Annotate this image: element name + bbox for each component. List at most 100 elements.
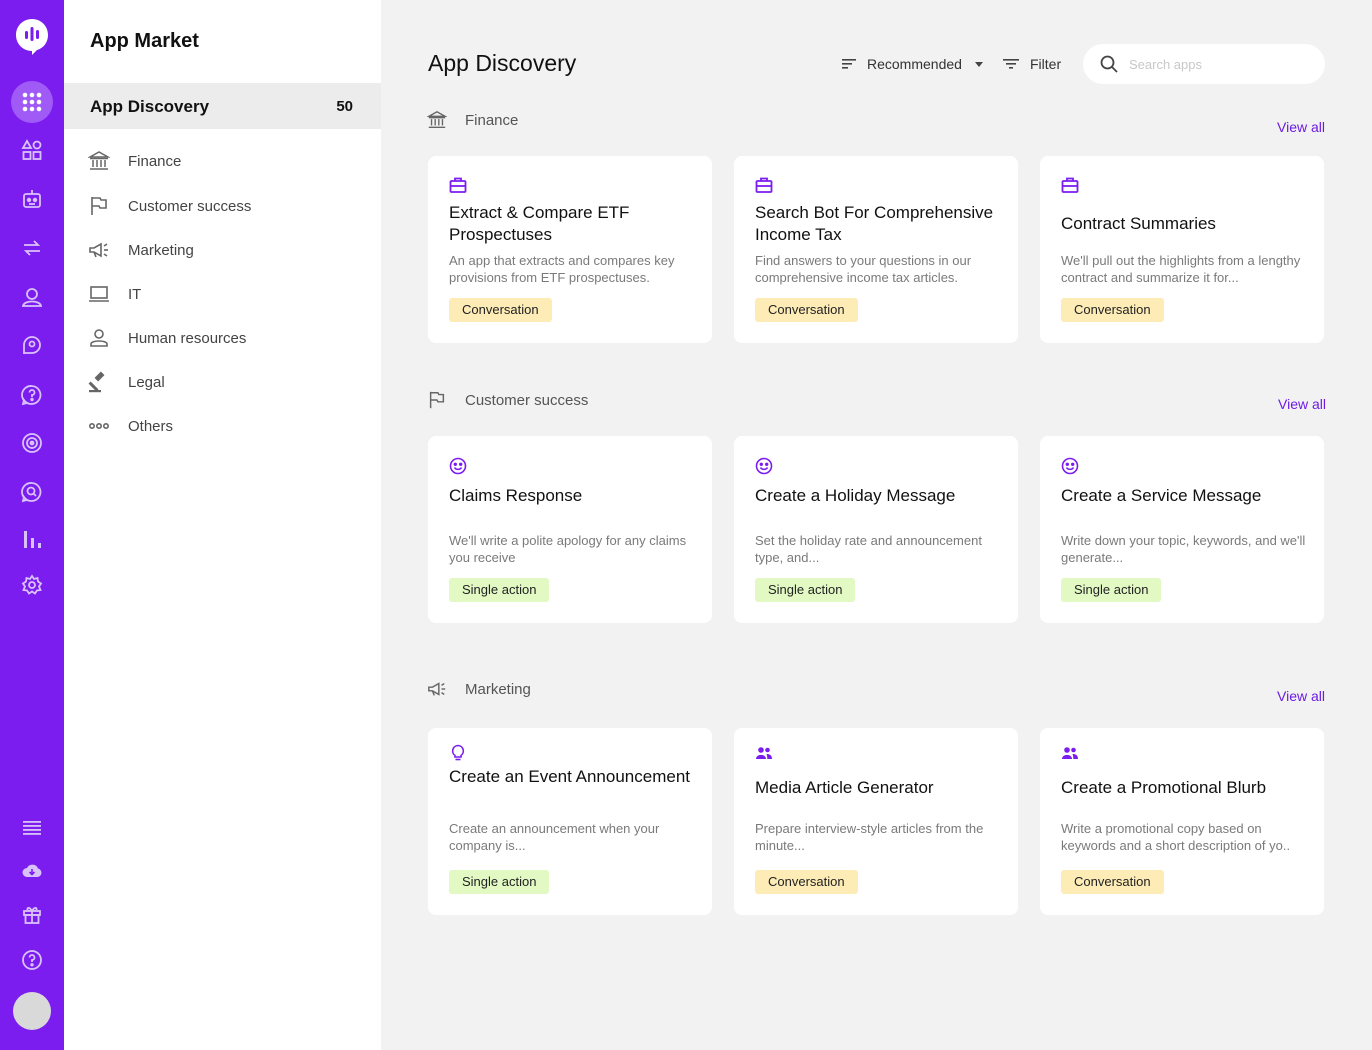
section-header-marketing: Marketing xyxy=(427,679,531,699)
app-card-title: Contract Summaries xyxy=(1061,214,1216,233)
app-type-tag: Conversation xyxy=(1061,298,1164,322)
sidebar-item-customer-success[interactable]: Customer success xyxy=(88,191,358,221)
app-card[interactable]: Contract Summaries We'll pull out the hi… xyxy=(1040,156,1324,343)
megaphone-icon xyxy=(428,682,446,696)
section-title: Finance xyxy=(465,111,519,129)
app-card-description: Find answers to your questions in our co… xyxy=(755,253,972,285)
app-card-description: Create an announcement when your company… xyxy=(449,821,660,853)
app-card[interactable]: Claims Response We'll write a polite apo… xyxy=(428,436,712,623)
app-card-description: Prepare interview-style articles from th… xyxy=(755,821,984,853)
sort-icon xyxy=(842,59,856,69)
app-card-description: Set the holiday rate and announcement ty… xyxy=(755,533,982,565)
search-input[interactable] xyxy=(1129,56,1299,72)
person-icon xyxy=(88,327,110,349)
sidebar-item-human-resources[interactable]: Human resources xyxy=(88,323,358,353)
app-type-tag: Conversation xyxy=(1061,870,1164,894)
caret-down-icon xyxy=(974,62,983,67)
robot-icon[interactable] xyxy=(16,183,48,215)
app-card-title: Create a Promotional Blurb xyxy=(1061,778,1267,797)
sidebar-item-marketing[interactable]: Marketing xyxy=(88,235,358,265)
search-chat-icon[interactable] xyxy=(16,476,48,508)
smile-icon xyxy=(755,457,773,475)
megaphone-icon xyxy=(88,239,110,261)
help-chat-icon[interactable] xyxy=(16,379,48,411)
app-count-badge: 50 xyxy=(336,98,353,115)
view-all-link-customer-success[interactable]: View all xyxy=(1278,396,1326,412)
lightbulb-icon xyxy=(451,744,465,761)
app-card[interactable]: Create a Holiday Message Set the holiday… xyxy=(734,436,1018,623)
section-title: Customer success xyxy=(465,391,589,409)
gift-icon[interactable] xyxy=(16,898,48,930)
sidebar-item-label: Legal xyxy=(128,373,165,391)
app-card-title: Create an Event Announcement xyxy=(449,767,690,786)
settings-icon[interactable] xyxy=(16,569,48,601)
logo-icon[interactable] xyxy=(15,18,49,56)
sort-label: Recommended xyxy=(867,56,962,72)
briefcase-icon xyxy=(1061,177,1079,193)
app-type-tag: Conversation xyxy=(755,298,858,322)
shapes-icon[interactable] xyxy=(16,134,48,166)
gavel-icon xyxy=(88,371,110,393)
sidebar-item-finance[interactable]: Finance xyxy=(88,146,358,176)
sidebar-item-it[interactable]: IT xyxy=(88,279,358,309)
app-card-title: Search Bot For Comprehensive Income Tax xyxy=(755,203,994,244)
search-icon xyxy=(1100,55,1118,73)
view-all-link-marketing[interactable]: View all xyxy=(1277,688,1325,704)
sidebar-item-legal[interactable]: Legal xyxy=(88,367,358,397)
sidebar-item-label: App Discovery xyxy=(90,97,210,116)
dots-icon xyxy=(88,415,110,437)
app-card[interactable]: Extract & Compare ETF Prospectuses An ap… xyxy=(428,156,712,343)
sidebar-item-label: Marketing xyxy=(128,241,194,259)
app-type-tag: Conversation xyxy=(449,298,552,322)
app-card-title: Create a Holiday Message xyxy=(755,486,956,505)
app-card[interactable]: Media Article Generator Prepare intervie… xyxy=(734,728,1018,915)
app-type-tag: Conversation xyxy=(755,870,858,894)
sidebar-item-label: IT xyxy=(128,285,142,303)
bank-icon xyxy=(88,150,110,172)
view-all-link-finance[interactable]: View all xyxy=(1277,119,1325,135)
app-card-title: Claims Response xyxy=(449,486,583,505)
app-card-description: Write a promotional copy based on keywor… xyxy=(1061,821,1291,853)
app-type-tag: Single action xyxy=(449,870,550,894)
sidebar-item-others[interactable]: Others xyxy=(88,411,358,441)
briefcase-icon xyxy=(755,177,773,193)
chat-user-icon[interactable] xyxy=(16,330,48,362)
bar-chart-icon[interactable] xyxy=(16,523,48,555)
avatar[interactable] xyxy=(13,992,51,1030)
bank-icon xyxy=(427,111,447,128)
app-card[interactable]: Create a Service Message Write down your… xyxy=(1040,436,1324,623)
left-rail xyxy=(0,0,64,1050)
laptop-icon xyxy=(88,283,110,305)
flag-icon xyxy=(429,391,445,409)
filter-icon xyxy=(1003,59,1019,69)
app-card[interactable]: Create an Event Announcement Create an a… xyxy=(428,728,712,915)
cloud-download-icon[interactable] xyxy=(16,855,48,887)
app-card-description: Write down your topic, keywords, and we'… xyxy=(1061,533,1306,565)
page-title: App Discovery xyxy=(428,50,577,76)
sidebar-title: App Market xyxy=(90,30,199,52)
sidebar-item-app-discovery[interactable]: App Discovery 50 xyxy=(64,83,381,129)
app-type-tag: Single action xyxy=(755,578,856,602)
sidebar-item-label: Human resources xyxy=(128,329,247,347)
section-header-customer-success: Customer success xyxy=(427,390,588,410)
people-icon xyxy=(756,747,772,759)
filter-label: Filter xyxy=(1030,56,1062,72)
sidebar-item-label: Finance xyxy=(128,152,182,170)
section-header-finance: Finance xyxy=(427,110,518,130)
app-card-title: Create a Service Message xyxy=(1061,486,1262,505)
help-icon[interactable] xyxy=(16,944,48,976)
sort-dropdown[interactable]: Recommended xyxy=(840,53,993,75)
transfer-icon[interactable] xyxy=(16,232,48,264)
app-card[interactable]: Create a Promotional Blurb Write a promo… xyxy=(1040,728,1324,915)
app-card-title: Extract & Compare ETF Prospectuses xyxy=(449,203,630,244)
filter-button[interactable]: Filter xyxy=(1002,53,1061,75)
smile-icon xyxy=(1061,457,1079,475)
search-box[interactable] xyxy=(1083,44,1325,84)
user-icon[interactable] xyxy=(16,281,48,313)
app-card[interactable]: Search Bot For Comprehensive Income Tax … xyxy=(734,156,1018,343)
app-card-description: An app that extracts and compares key pr… xyxy=(449,253,675,285)
app-type-tag: Single action xyxy=(449,578,550,602)
list-icon[interactable] xyxy=(16,812,48,844)
radar-icon[interactable] xyxy=(16,427,48,459)
apps-grid-icon[interactable] xyxy=(16,86,48,118)
